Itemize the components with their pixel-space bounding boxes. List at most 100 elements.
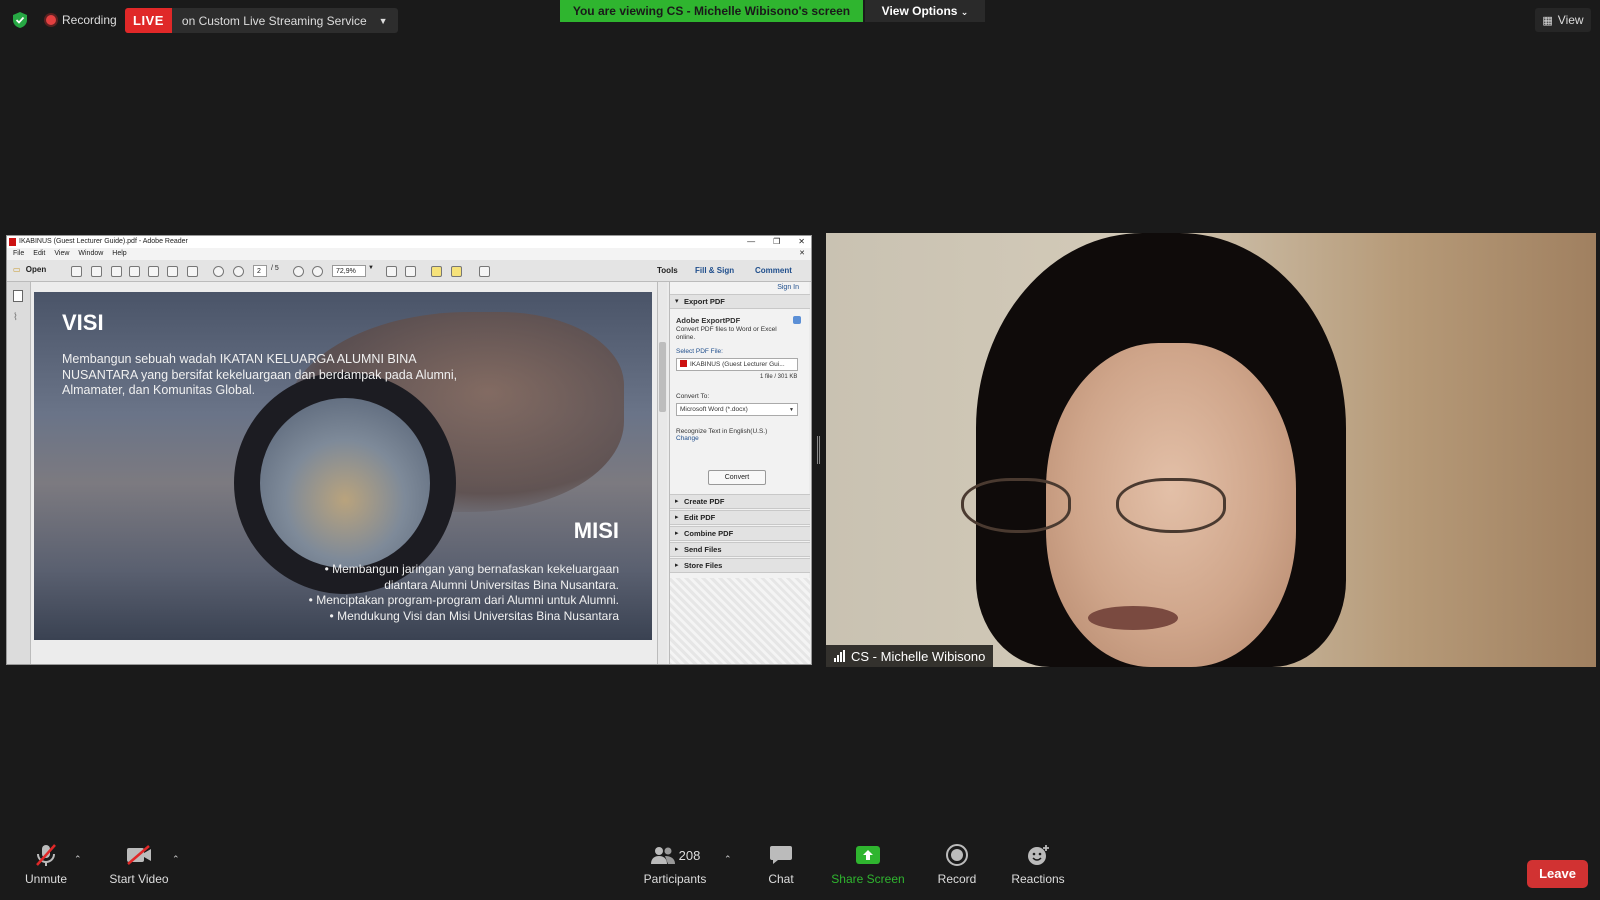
menu-window[interactable]: Window [78,248,103,260]
edit-pdf-section[interactable]: Edit PDF [670,510,810,525]
open-label: Open [25,265,47,274]
video-glasses-left [961,478,1071,533]
save-icon[interactable] [148,266,159,277]
participant-video-tile[interactable]: CS - Michelle Wibisono [826,233,1596,667]
view-layout-button[interactable]: ▦ View [1535,8,1591,32]
page-number-input[interactable]: 2 [253,265,267,277]
mic-muted-icon [35,840,57,870]
video-off-icon [125,840,153,870]
pdf-file-icon [680,360,687,367]
encryption-shield-icon[interactable] [12,11,28,29]
participants-button[interactable]: 208 Participants [640,840,710,900]
misi-list: • Membangun jaringan yang bernafaskan ke… [309,562,619,624]
record-button[interactable]: Record [932,840,982,900]
video-glasses-right [1116,478,1226,533]
sign-in-link[interactable]: Sign In [777,284,799,291]
start-video-label: Start Video [109,872,169,886]
chat-button[interactable]: Chat [756,840,806,900]
menu-help[interactable]: Help [112,248,126,260]
chevron-down-icon: ▼ [378,15,388,26]
video-mouth [1088,606,1178,630]
record-label: Record [937,872,977,886]
reader-toolbar: ▭ Open 2 / 5 72,9% ▼ Tools Fill & Sign C… [7,260,811,282]
fit-page-icon[interactable] [405,266,416,277]
leave-meeting-button[interactable]: Leave [1527,860,1588,888]
comment-tab[interactable]: Comment [755,266,792,275]
participants-options-chevron-icon[interactable]: ⌃ [724,854,732,865]
recording-dot-icon [46,15,56,25]
export-info-icon[interactable] [793,316,801,324]
participants-icon [650,847,675,864]
live-service-dropdown[interactable]: on Custom Live Streaming Service ▼ [172,8,398,33]
window-controls: — ❐ ✕ [747,236,805,248]
menu-view[interactable]: View [54,248,69,260]
export-icon[interactable] [91,266,102,277]
meeting-controls-bar: Unmute ⌃ Start Video ⌃ 208 Participants … [0,840,1600,900]
document-close-icon[interactable]: ✕ [799,248,805,260]
grid-view-icon: ▦ [1542,14,1553,27]
open-button[interactable]: ▭ Open [13,265,46,274]
edit-icon[interactable] [111,266,122,277]
recording-indicator[interactable]: Recording [46,13,117,27]
scrollbar-thumb[interactable] [659,342,666,412]
previous-page-icon[interactable] [213,266,224,277]
convert-to-value: Microsoft Word (*.docx) [680,406,748,413]
share-screen-label: Share Screen [831,872,905,886]
create-pdf-icon[interactable] [71,266,82,277]
audio-options-chevron-icon[interactable]: ⌃ [74,854,82,865]
fill-sign-tab[interactable]: Fill & Sign [695,266,734,275]
view-options-button[interactable]: View Options ⌄ [865,0,985,22]
store-files-section[interactable]: Store Files [670,558,810,573]
comment-bubble-icon[interactable] [431,266,442,277]
fit-width-icon[interactable] [386,266,397,277]
close-icon[interactable]: ✕ [798,236,805,248]
export-pdf-section[interactable]: Export PDF [670,294,810,309]
create-pdf-section[interactable]: Create PDF [670,494,810,509]
minimize-icon[interactable]: — [747,236,755,248]
zoom-out-icon[interactable] [293,266,304,277]
attachment-clip-icon[interactable]: ⌇ [13,312,18,323]
select-file-label: Select PDF File: [676,348,723,355]
unmute-label: Unmute [24,872,68,886]
tools-tab[interactable]: Tools [657,266,678,275]
convert-to-label: Convert To: [676,393,710,400]
zoom-in-icon[interactable] [312,266,323,277]
reactions-label: Reactions [1011,872,1065,886]
highlight-icon[interactable] [451,266,462,277]
zoom-level-select[interactable]: 72,9% [332,265,366,277]
convert-description: Convert PDF files to Word or Excel onlin… [676,326,777,341]
email-icon[interactable] [187,266,198,277]
chevron-down-icon: ▼ [789,407,794,413]
live-service-label: on Custom Live Streaming Service [181,13,367,28]
split-view-divider[interactable] [817,436,820,464]
reactions-button[interactable]: Reactions [1008,840,1068,900]
recording-label: Recording [62,13,117,27]
shared-screen-adobe-reader[interactable]: IKABINUS (Guest Lecturer Guide).pdf - Ad… [6,235,812,665]
live-stream-indicator[interactable]: LIVE on Custom Live Streaming Service ▼ [125,8,398,33]
print-icon[interactable] [167,266,178,277]
selected-pdf-file[interactable]: IKABINUS (Guest Lecturer Gui... [676,358,798,371]
video-options-chevron-icon[interactable]: ⌃ [172,854,180,865]
combine-pdf-section[interactable]: Combine PDF [670,526,810,541]
convert-to-select[interactable]: Microsoft Word (*.docx) ▼ [676,403,798,416]
share-screen-button[interactable]: Share Screen [828,840,908,900]
document-scrollbar[interactable] [657,282,667,664]
pages-thumbnail-icon[interactable] [13,290,23,302]
misi-line: • Mendukung Visi dan Misi Universitas Bi… [329,608,619,623]
visi-heading: VISI [62,310,104,335]
start-video-button[interactable]: Start Video [106,840,172,900]
menu-edit[interactable]: Edit [33,248,45,260]
expand-icon[interactable] [479,266,490,277]
misi-line: • Membangun jaringan yang bernafaskan ke… [324,562,619,576]
send-files-section[interactable]: Send Files [670,542,810,557]
change-link[interactable]: Change [676,435,699,442]
cloud-upload-icon[interactable] [129,266,140,277]
zoom-dropdown-icon[interactable]: ▼ [368,265,374,271]
restore-icon[interactable]: ❐ [773,236,780,248]
menu-file[interactable]: File [13,248,24,260]
selected-file-name: IKABINUS (Guest Lecturer Gui... [690,361,785,368]
unmute-button[interactable]: Unmute [20,840,72,900]
view-options-label: View Options [881,4,958,18]
convert-button[interactable]: Convert [708,470,766,485]
next-page-icon[interactable] [233,266,244,277]
